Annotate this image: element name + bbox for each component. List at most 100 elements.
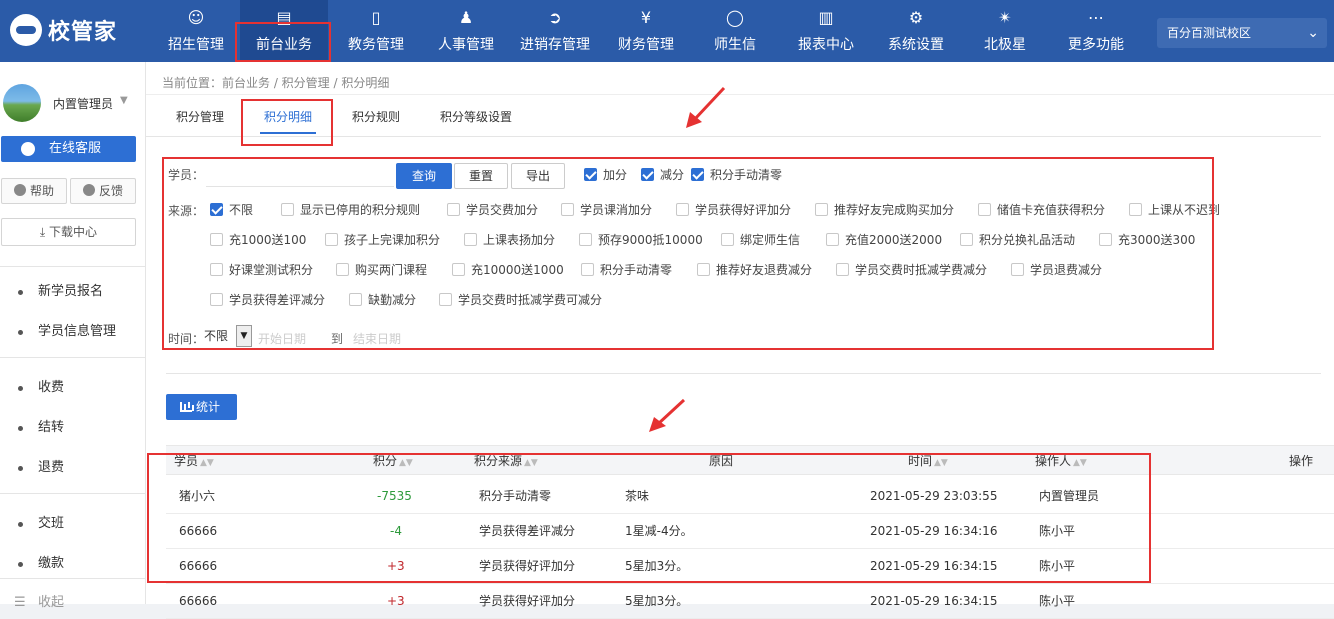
source-checkbox[interactable]: 缺勤减分 — [349, 292, 416, 308]
avatar[interactable] — [3, 84, 41, 122]
book-icon: ▯ — [371, 8, 381, 27]
source-checkbox[interactable]: 积分兑换礼品活动 — [960, 232, 1075, 248]
help-button[interactable]: 帮助 — [1, 178, 67, 204]
source-checkbox[interactable]: 学员交费加分 — [447, 202, 538, 218]
nav-item-hr[interactable]: ♟ 人事管理 — [430, 0, 502, 62]
query-button[interactable]: 查询 — [396, 163, 452, 189]
inventory-icon: ➲ — [548, 8, 562, 27]
source-checkbox[interactable]: 积分手动清零 — [581, 262, 672, 278]
start-date-input[interactable]: 开始日期 — [258, 330, 306, 347]
col-actions: 操作 — [1289, 446, 1313, 476]
checkbox-icon — [697, 263, 710, 276]
nav-item-more[interactable]: ⋯ 更多功能 — [1060, 0, 1132, 62]
source-checkbox[interactable]: 孩子上完课加积分 — [325, 232, 440, 248]
feedback-icon — [83, 184, 95, 196]
source-checkbox[interactable]: 学员交费时抵减学费减分 — [836, 262, 987, 278]
col-student[interactable]: 学员 ▲▼ — [174, 446, 214, 476]
nav-item-academic[interactable]: ▯ 教务管理 — [340, 0, 412, 62]
nav-item-reports[interactable]: ▥ 报表中心 — [790, 0, 862, 62]
nav-item-front-desk[interactable]: ▤ 前台业务 — [240, 0, 328, 62]
table-row[interactable]: 66666 +3 学员获得好评加分 5星加3分。 2021-05-29 16:3… — [166, 549, 1334, 584]
checkbox-label: 储值卡充值获得积分 — [997, 203, 1106, 217]
nav-item-messaging[interactable]: ◯ 师生信 — [704, 0, 766, 62]
tab-points-management[interactable]: 积分管理 — [176, 108, 224, 134]
source-checkbox[interactable]: 绑定师生信 — [721, 232, 800, 248]
tab-points-levels[interactable]: 积分等级设置 — [440, 108, 512, 134]
chevron-down-icon: ⌄ — [1307, 25, 1319, 41]
nav-item-polaris[interactable]: ✴ 北极星 — [976, 0, 1034, 62]
menu-item-shift[interactable]: 交班 — [0, 509, 146, 539]
caret-down-icon[interactable]: ▼ — [120, 95, 128, 106]
source-checkbox[interactable]: 学员获得好评加分 — [676, 202, 791, 218]
col-operator[interactable]: 操作人 ▲▼ — [1035, 446, 1087, 476]
collapse-button[interactable]: ☰ 收起 — [0, 588, 146, 618]
menu-item-student-info[interactable]: 学员信息管理 — [0, 317, 146, 347]
source-checkbox[interactable]: 学员获得差评减分 — [210, 292, 325, 308]
online-service-button[interactable]: 在线客服 — [1, 136, 136, 162]
cell-points: +3 — [387, 594, 405, 608]
student-input[interactable] — [206, 161, 394, 187]
tab-points-detail[interactable]: 积分明细 — [259, 108, 317, 134]
table-row[interactable]: 66666 -4 学员获得差评减分 1星减-4分。 2021-05-29 16:… — [166, 514, 1334, 549]
checkbox-label: 充10000送1000 — [471, 263, 564, 277]
menu-item-refund[interactable]: 退费 — [0, 453, 146, 483]
tab-points-rules[interactable]: 积分规则 — [352, 108, 400, 134]
checkbox-icon — [281, 203, 294, 216]
source-checkbox[interactable]: 充值2000送2000 — [826, 232, 942, 248]
menu-item-transfer[interactable]: 结转 — [0, 413, 146, 443]
source-checkbox[interactable]: 预存9000抵10000 — [579, 232, 703, 248]
statistics-button[interactable]: 统计 — [166, 394, 237, 420]
col-source[interactable]: 积分来源 ▲▼ — [474, 446, 538, 476]
breadcrumb: 当前位置：前台业务 / 积分管理 / 积分明细 — [162, 76, 390, 90]
type-checkbox[interactable]: 加分 — [584, 167, 627, 183]
col-points[interactable]: 积分 ▲▼ — [373, 446, 413, 476]
type-checkbox[interactable]: 减分 — [641, 167, 684, 183]
end-date-input[interactable]: 结束日期 — [353, 330, 401, 347]
source-checkbox[interactable]: 上课从不迟到 — [1129, 202, 1220, 218]
feedback-button[interactable]: 反馈 — [70, 178, 136, 204]
source-checkbox[interactable]: 显示已停用的积分规则 — [281, 202, 420, 218]
checkbox-icon — [584, 168, 597, 181]
menu-item-payment[interactable]: 缴款 — [0, 549, 146, 579]
user-name[interactable]: 内置管理员 — [53, 95, 113, 112]
nav-item-enrollment[interactable]: ☺ 招生管理 — [160, 0, 232, 62]
table-row[interactable]: 猪小六 -7535 积分手动清零 茶味 2021-05-29 23:03:55 … — [166, 479, 1334, 514]
nav-label: 财务管理 — [618, 37, 674, 53]
export-button[interactable]: 导出 — [511, 163, 565, 189]
sort-icon: ▲▼ — [1073, 458, 1087, 468]
source-checkbox[interactable]: 充10000送1000 — [452, 262, 564, 278]
source-checkbox[interactable]: 充1000送100 — [210, 232, 306, 248]
main-content: 当前位置：前台业务 / 积分管理 / 积分明细 积分管理 积分明细 积分规则 积… — [146, 62, 1334, 619]
menu-item-charge[interactable]: 收费 — [0, 373, 146, 403]
source-checkbox[interactable]: 好课堂测试积分 — [210, 262, 313, 278]
source-checkbox[interactable]: 学员退费减分 — [1011, 262, 1102, 278]
source-checkbox[interactable]: 不限 — [210, 202, 253, 218]
to-label: 到 — [331, 332, 344, 346]
time-range-select[interactable]: 不限 ▼ — [204, 325, 254, 347]
dropdown-arrow-icon[interactable]: ▼ — [236, 325, 252, 347]
chat-bubble-icon — [21, 142, 35, 156]
source-checkbox[interactable]: 推荐好友退费减分 — [697, 262, 812, 278]
nav-item-inventory[interactable]: ➲ 进销存管理 — [512, 0, 598, 62]
table-row[interactable]: 66666 +3 学员获得好评加分 5星加3分。 2021-05-29 16:3… — [166, 584, 1334, 619]
source-checkbox[interactable]: 储值卡充值获得积分 — [978, 202, 1105, 218]
source-checkbox[interactable]: 购买两门课程 — [336, 262, 427, 278]
header-label: 学员 — [174, 454, 199, 468]
source-checkbox[interactable]: 学员课消加分 — [561, 202, 652, 218]
source-checkbox[interactable]: 学员交费时抵减学费可减分 — [439, 292, 602, 308]
checkbox-icon — [325, 233, 338, 246]
cell-time: 2021-05-29 16:34:16 — [870, 524, 998, 538]
nav-item-settings[interactable]: ⚙ 系统设置 — [880, 0, 952, 62]
source-checkbox[interactable]: 上课表扬加分 — [464, 232, 555, 248]
brand-logo[interactable]: 校管家 — [10, 14, 117, 46]
col-time[interactable]: 时间 ▲▼ — [908, 446, 948, 476]
source-checkbox[interactable]: 充3000送300 — [1099, 232, 1195, 248]
nav-item-finance[interactable]: ¥ 财务管理 — [610, 0, 682, 62]
download-center-button[interactable]: ⤓ 下载中心 — [1, 218, 136, 246]
nav-label: 教务管理 — [348, 37, 404, 53]
campus-selector[interactable]: 百分百测试校区 ⌄ — [1157, 18, 1327, 48]
type-checkbox[interactable]: 积分手动清零 — [691, 167, 782, 183]
menu-item-new-enroll[interactable]: 新学员报名 — [0, 277, 146, 307]
source-checkbox[interactable]: 推荐好友完成购买加分 — [815, 202, 954, 218]
reset-button[interactable]: 重置 — [454, 163, 508, 189]
